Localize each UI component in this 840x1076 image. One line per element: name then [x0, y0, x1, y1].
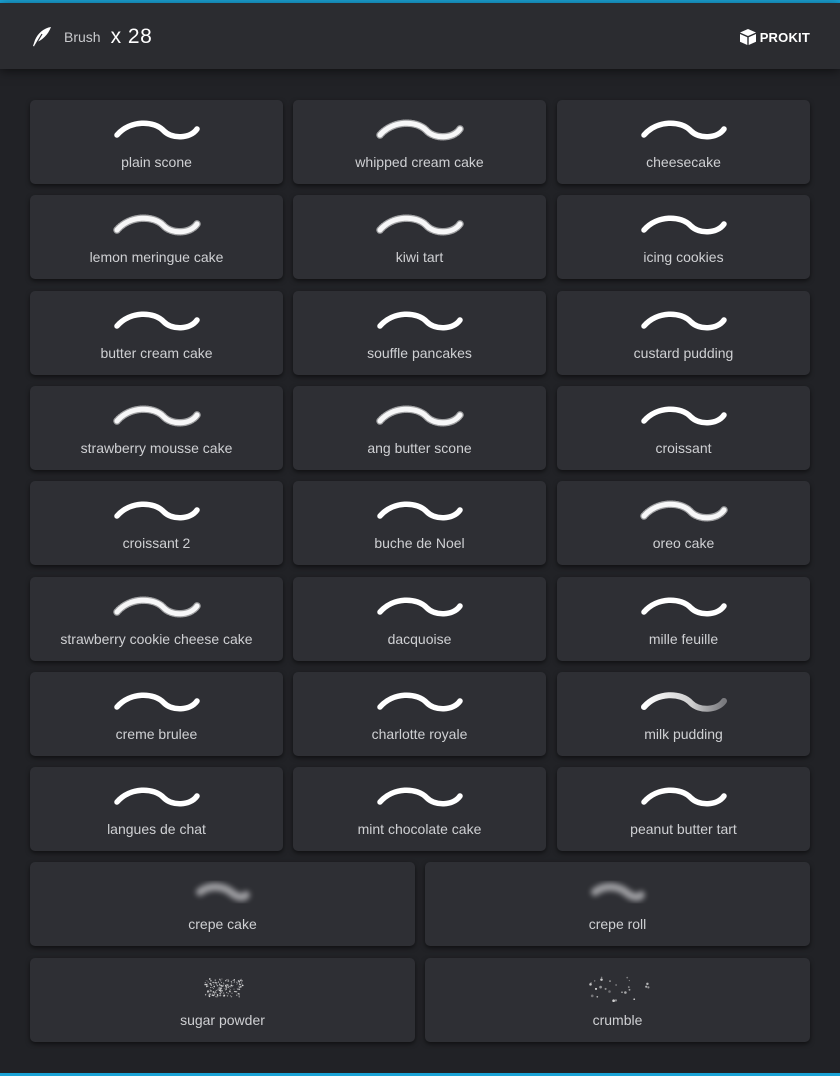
brush-stroke-preview	[588, 976, 649, 1002]
brush-stroke-preview	[113, 120, 200, 140]
brush-name: plain scone	[121, 154, 192, 170]
brush-name: buche de Noel	[374, 535, 465, 552]
brush-card[interactable]: sugar powder	[30, 957, 415, 1042]
brush-name: crepe cake	[188, 916, 257, 933]
brush-stroke-preview	[640, 787, 727, 807]
brush-name: croissant	[655, 439, 712, 456]
brush-stroke-preview	[375, 119, 464, 141]
brush-name: strawberry mousse cake	[80, 439, 233, 456]
brush-name: dacquoise	[387, 630, 452, 647]
brush-name: sugar powder	[180, 1011, 265, 1028]
brush-card[interactable]: cheesecake	[557, 100, 810, 184]
brush-card[interactable]: croissant	[557, 385, 810, 470]
brush-stroke-preview	[195, 883, 250, 902]
brush-stroke-preview	[375, 405, 464, 427]
brush-stroke-preview	[640, 311, 727, 331]
brush-card[interactable]: whipped cream cake	[293, 100, 546, 184]
brush-name: charlotte royale	[371, 725, 468, 742]
brush-card[interactable]: charlotte royale	[293, 671, 546, 756]
brush-stroke-preview	[376, 501, 463, 521]
brush-name: custard pudding	[633, 344, 734, 361]
brush-stroke-preview	[640, 215, 727, 235]
brush-card[interactable]: crumble	[425, 957, 810, 1042]
brush-stroke-preview	[375, 214, 464, 236]
brush-card[interactable]: strawberry mousse cake	[30, 385, 283, 470]
brush-stroke-preview	[640, 597, 727, 616]
feather-brush-icon	[33, 27, 51, 47]
brush-card[interactable]: milk pudding	[557, 671, 810, 756]
brush-card[interactable]: croissant 2	[30, 481, 283, 566]
brush-stroke-preview	[376, 787, 463, 807]
prokit-logo: PROKIT	[738, 27, 810, 47]
brush-card[interactable]: buche de Noel	[293, 481, 546, 566]
brush-name: crumble	[592, 1011, 643, 1028]
brush-card[interactable]: mint chocolate cake	[293, 767, 546, 852]
brush-card[interactable]: dacquoise	[293, 576, 546, 661]
brush-stroke-preview	[376, 692, 463, 712]
brush-stroke-preview	[113, 501, 200, 521]
brush-stroke-preview	[113, 787, 200, 807]
brush-name: crepe roll	[588, 916, 647, 933]
brush-name: butter cream cake	[100, 344, 213, 361]
brush-stroke-preview	[203, 977, 244, 998]
brush-name: strawberry cookie cheese cake	[60, 630, 253, 647]
brush-stroke-preview	[640, 120, 727, 140]
brush-stroke-preview	[113, 311, 200, 331]
prokit-logo-text: PROKIT	[759, 29, 810, 45]
brush-card[interactable]: strawberry cookie cheese cake	[30, 576, 283, 661]
brush-stroke-preview	[590, 883, 645, 902]
brush-name: lemon meringue cake	[89, 249, 224, 266]
brush-card[interactable]: peanut butter tart	[557, 767, 810, 852]
brush-stroke-preview	[640, 692, 727, 712]
brush-stroke-preview	[639, 500, 728, 522]
header-label: Brush	[64, 29, 101, 45]
brush-card[interactable]: kiwi tart	[293, 195, 546, 280]
brush-name: creme brulee	[115, 725, 198, 742]
brush-card[interactable]: oreo cake	[557, 481, 810, 566]
brush-stroke-preview	[112, 214, 201, 236]
brush-card[interactable]: ang butter scone	[293, 385, 546, 470]
brush-stroke-preview	[376, 597, 463, 616]
prokit-box-icon	[739, 29, 756, 45]
header-title-group: Brush x 28	[30, 23, 152, 51]
brush-name: ang butter scone	[367, 439, 472, 456]
brush-name: mille feuille	[648, 630, 719, 647]
brush-name: whipped cream cake	[355, 154, 484, 170]
brush-stroke-preview	[376, 311, 463, 331]
brush-name: croissant 2	[122, 535, 191, 552]
brush-card[interactable]: icing cookies	[557, 195, 810, 280]
brush-card[interactable]: butter cream cake	[30, 290, 283, 375]
brush-stroke-preview	[640, 406, 727, 426]
brush-card[interactable]: custard pudding	[557, 290, 810, 375]
brush-name: kiwi tart	[395, 249, 444, 266]
brush-stroke-preview	[112, 596, 201, 617]
brush-name: oreo cake	[652, 535, 715, 552]
brush-card[interactable]: crepe roll	[425, 862, 810, 947]
brush-name: souffle pancakes	[367, 344, 472, 361]
brush-name: mint chocolate cake	[357, 821, 482, 838]
brush-card[interactable]: souffle pancakes	[293, 290, 546, 375]
brush-name: milk pudding	[644, 725, 723, 742]
brush-card[interactable]: creme brulee	[30, 671, 283, 756]
brush-name: langues de chat	[107, 821, 206, 838]
brush-card[interactable]: mille feuille	[557, 576, 810, 661]
brush-card[interactable]: lemon meringue cake	[30, 195, 283, 280]
brush-card[interactable]: plain scone	[30, 100, 283, 184]
brush-stroke-preview	[113, 692, 200, 712]
brush-name: icing cookies	[643, 249, 724, 266]
brush-card[interactable]: langues de chat	[30, 767, 283, 852]
app-header: Brush x 28 PROKIT	[0, 3, 840, 69]
brush-name: cheesecake	[646, 154, 721, 170]
brush-count: x 28	[110, 25, 153, 48]
brush-name: peanut butter tart	[630, 821, 737, 838]
brush-stroke-preview	[112, 405, 201, 427]
brush-card[interactable]: crepe cake	[30, 862, 415, 947]
